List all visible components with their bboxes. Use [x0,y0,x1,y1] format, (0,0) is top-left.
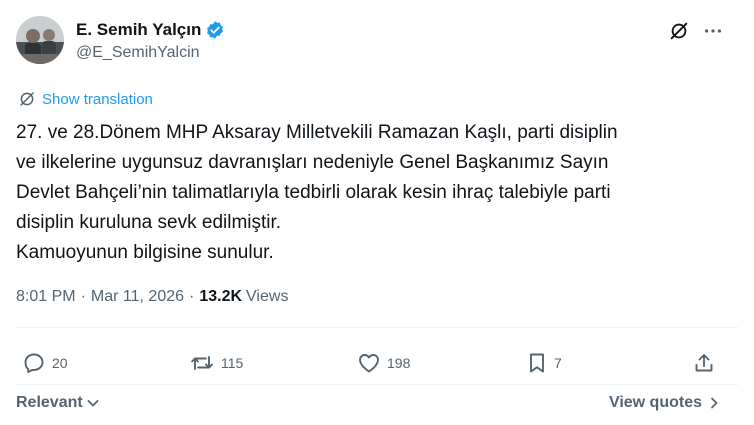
divider [16,384,738,385]
like-button[interactable]: 198 [357,345,410,381]
tweet: E. Semih Yalçın @E_SemihYalcin Show tran… [0,0,754,425]
like-icon [359,354,379,373]
view-quotes-label: View quotes [608,394,702,411]
view-quotes-link[interactable]: View quotes [609,394,722,412]
meta-separator: · [189,288,195,305]
reply-count: 20 [52,355,68,371]
repost-count: 115 [221,355,244,371]
share-icon [695,354,713,372]
reply-button[interactable]: 20 [22,345,68,381]
verified-badge-icon [205,20,225,40]
tweet-date[interactable]: Mar 11, 2026 [91,288,184,306]
bookmark-count: 7 [554,355,562,371]
author-name-row[interactable]: E. Semih Yalçın [76,20,225,40]
meta-separator: · [80,288,86,305]
bookmark-button[interactable]: 7 [526,345,562,381]
translate-icon [20,92,34,106]
tweet-text: 27. ve 28.Dönem MHP Aksaray Milletvekili… [16,122,618,263]
sort-replies-dropdown[interactable]: Relevant [16,394,101,412]
tweet-time[interactable]: 8:01 PM [16,288,76,306]
show-translation-link[interactable]: Show translation [18,90,153,108]
chevron-down-icon [87,400,99,407]
bookmark-icon [530,353,544,373]
tweet-meta: 8:01 PM · Mar 11, 2026 · 13.2K Views [16,288,288,306]
like-count: 198 [387,355,411,371]
sort-label: Relevant [16,394,83,411]
display-name[interactable]: E. Semih Yalçın [76,20,201,40]
views-count: 13.2K [199,288,243,305]
avatar[interactable] [16,16,64,64]
reply-icon [24,353,44,373]
repost-button[interactable]: 115 [189,345,243,381]
share-button[interactable] [692,345,716,381]
repost-icon [191,356,213,370]
action-bar: 20 115 198 7 [0,345,754,381]
divider [16,327,738,328]
author-handle[interactable]: @E_SemihYalcin [76,44,200,62]
show-translation-label: Show translation [42,90,153,108]
more-icon[interactable] [700,18,726,44]
grok-icon[interactable] [666,18,692,44]
chevron-right-icon [711,397,718,409]
views-label: Views [246,288,289,305]
